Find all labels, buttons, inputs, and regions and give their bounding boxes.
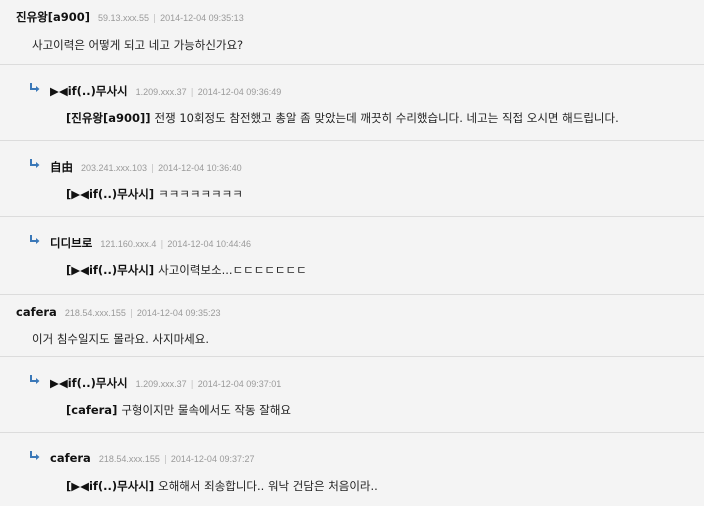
comment-text: 사고이력은 어떻게 되고 네고 가능하신가요?: [32, 38, 244, 52]
comment-item-reply: 디디브로 121.160.xxx.4 | 2014-12-04 10:44:46 [▶…: [0, 216, 704, 295]
comment-author[interactable]: 진유왕[a900]: [16, 10, 90, 24]
comment-date: 2014-12-04 10:36:40: [158, 163, 242, 173]
comment-body: [▶◀if(..)무사시] ㅋㅋㅋㅋㅋㅋㅋㅋ: [66, 186, 243, 202]
comment-author[interactable]: cafera: [16, 305, 57, 319]
comment-body: [cafera] 구형이지만 물속에서도 작동 잘해요: [66, 402, 291, 418]
comment-ip: 59.13.xxx.55: [98, 13, 150, 23]
reply-arrow-icon: [30, 235, 40, 244]
reply-target-tag: [▶◀if(..)무사시]: [66, 263, 155, 277]
comment-body: 이거 침수일지도 몰라요. 사지마세요.: [32, 331, 209, 347]
comment-body: [진유왕[a900]] 전쟁 10회정도 참전했고 총알 좀 맞았는데 깨끗히 수…: [66, 110, 619, 126]
comment-author[interactable]: ▶◀if(..)무사시: [50, 84, 128, 98]
comment-text: 구형이지만 물속에서도 작동 잘해요: [121, 403, 291, 417]
reply-target-tag: [▶◀if(..)무사시]: [66, 479, 155, 493]
comment-ip: 121.160.xxx.4: [100, 239, 157, 249]
comment-ip: 1.209.xxx.37: [135, 87, 187, 97]
reply-target-tag: [cafera]: [66, 403, 118, 417]
comment-text: 전쟁 10회정도 참전했고 총알 좀 맞았는데 깨끗히 수리했습니다. 네고는 …: [154, 111, 619, 125]
comment-item-reply: ▶◀if(..)무사시 1.209.xxx.37 | 2014-12-04 09:36…: [0, 64, 704, 141]
divider: |: [151, 164, 155, 174]
comment-text: ㅋㅋㅋㅋㅋㅋㅋㅋ: [158, 187, 243, 201]
comment-list: 진유왕[a900] 59.13.xxx.55 | 2014-12-04 09:35:1…: [0, 0, 704, 506]
reply-arrow-icon: [30, 159, 40, 168]
divider: |: [190, 380, 194, 390]
divider: |: [190, 88, 194, 98]
comment-author[interactable]: 디디브로: [50, 236, 92, 250]
comment-ip: 218.54.xxx.155: [98, 454, 160, 464]
divider: |: [160, 240, 164, 250]
comment-date: 2014-12-04 09:35:23: [136, 308, 221, 318]
comment-author[interactable]: 自由: [50, 160, 73, 174]
comment-ip: 203.241.xxx.103: [81, 163, 148, 173]
comment-ip: 1.209.xxx.37: [135, 379, 187, 389]
comment-date: 2014-12-04 10:44:46: [167, 239, 251, 249]
comment-body: 사고이력은 어떻게 되고 네고 가능하신가요?: [32, 37, 243, 53]
comment-date: 2014-12-04 09:37:27: [170, 454, 255, 464]
reply-arrow-icon: [30, 375, 40, 384]
reply-target-tag: [▶◀if(..)무사시]: [66, 187, 155, 201]
comment-date: 2014-12-04 09:35:13: [160, 13, 244, 23]
comment-date: 2014-12-04 09:36:49: [197, 87, 282, 97]
comment-item: cafera 218.54.xxx.155 | 2014-12-04 09:35:23…: [0, 294, 704, 357]
divider: |: [163, 455, 167, 465]
comment-item-reply: ▶◀if(..)무사시 1.209.xxx.37 | 2014-12-04 09:37…: [0, 356, 704, 433]
divider: |: [153, 14, 157, 24]
comment-body: [▶◀if(..)무사시] 사고이력보소...ㄷㄷㄷㄷㄷㄷㄷ: [66, 262, 307, 278]
comment-ip: 218.54.xxx.155: [64, 308, 126, 318]
comment-item: 진유왕[a900] 59.13.xxx.55 | 2014-12-04 09:35:1…: [0, 0, 704, 64]
comment-author[interactable]: cafera: [50, 451, 91, 465]
comment-text: 오해해서 죄송합니다.. 워낙 건담은 처음이라..: [158, 479, 378, 493]
reply-arrow-icon: [30, 83, 40, 92]
comment-body: [▶◀if(..)무사시] 오해해서 죄송합니다.. 워낙 건담은 처음이라..: [66, 478, 378, 494]
reply-arrow-icon: [30, 451, 40, 460]
comment-date: 2014-12-04 09:37:01: [197, 379, 282, 389]
reply-target-tag: [진유왕[a900]]: [66, 111, 151, 125]
comment-text: 이거 침수일지도 몰라요. 사지마세요.: [32, 332, 209, 346]
divider: |: [129, 309, 133, 319]
comment-text: 사고이력보소...ㄷㄷㄷㄷㄷㄷㄷ: [158, 263, 307, 277]
comment-item-reply: cafera 218.54.xxx.155 | 2014-12-04 09:37:27…: [0, 432, 704, 506]
comment-item-reply: 自由 203.241.xxx.103 | 2014-12-04 10:36:40 [▶…: [0, 140, 704, 217]
comment-author[interactable]: ▶◀if(..)무사시: [50, 376, 128, 390]
